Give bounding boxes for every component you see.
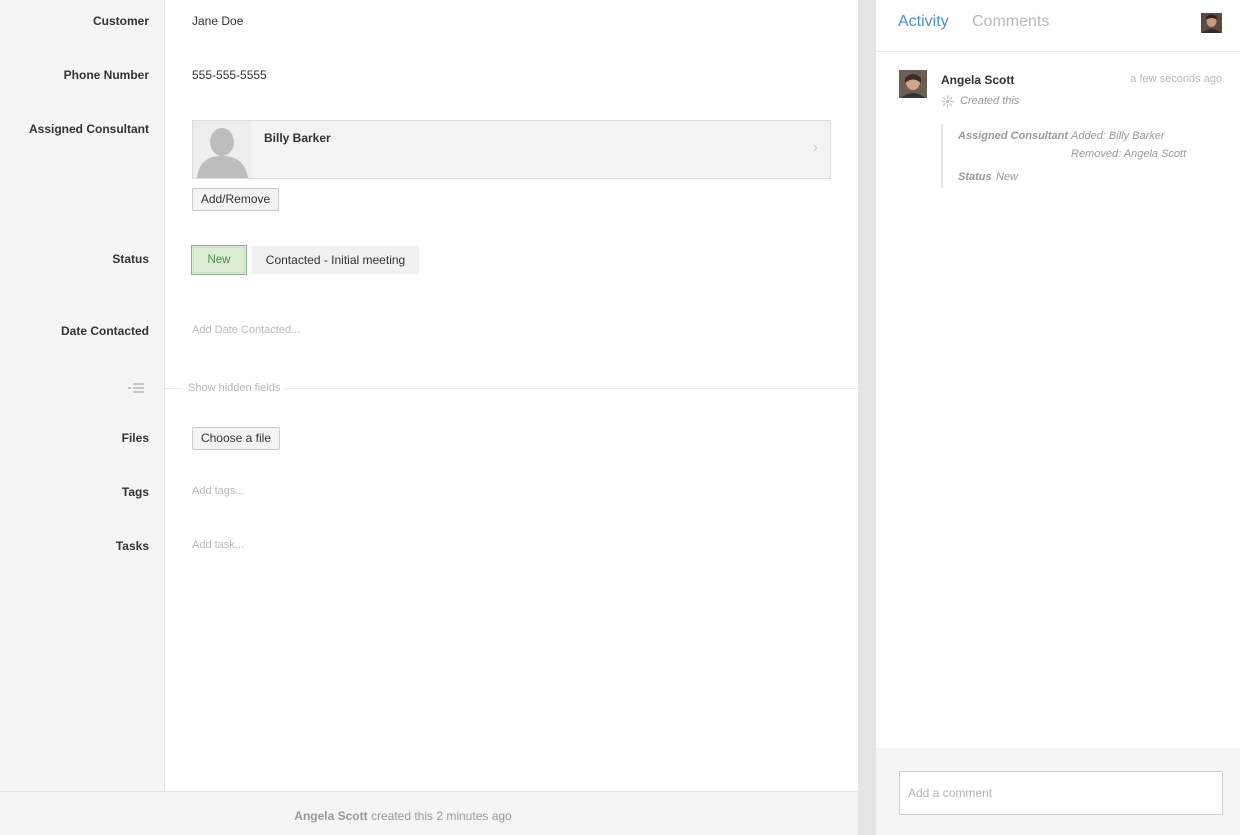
change-status-label: Status xyxy=(958,171,992,183)
tasks-label: Tasks xyxy=(115,539,149,553)
created-by-text: Angela Scott created this 2 minutes ago xyxy=(0,809,806,823)
footer-created-text: created this 2 minutes ago xyxy=(370,809,512,823)
record-footer: Angela Scott created this 2 minutes ago xyxy=(0,791,858,835)
panel-divider[interactable] xyxy=(858,0,876,835)
avatar-placeholder-icon xyxy=(193,121,251,178)
entry-action-text: Created this xyxy=(960,95,1020,107)
change-removed-value: Removed: Angela Scott xyxy=(1071,148,1187,160)
tab-activity[interactable]: Activity xyxy=(898,13,949,31)
tags-placeholder[interactable]: Add tags... xyxy=(192,485,245,497)
consultant-name: Billy Barker xyxy=(264,131,331,145)
current-user-avatar[interactable] xyxy=(1201,13,1222,33)
activity-panel: Activity Comments Angela Scott a few sec… xyxy=(876,0,1240,835)
activity-tabs: Activity Comments xyxy=(876,0,1240,52)
phone-value[interactable]: 555-555-5555 xyxy=(192,68,267,82)
footer-author[interactable]: Angela Scott xyxy=(294,809,367,823)
entry-author-avatar[interactable] xyxy=(899,70,927,98)
status-option-contacted[interactable]: Contacted - Initial meeting xyxy=(252,246,419,274)
phone-label: Phone Number xyxy=(63,68,149,82)
change-consultant-label: Assigned Consultant xyxy=(958,130,1069,142)
add-remove-button[interactable]: Add/Remove xyxy=(192,188,279,211)
consultant-card[interactable]: Billy Barker › xyxy=(192,120,831,179)
status-label: Status xyxy=(112,252,149,266)
comment-area xyxy=(876,748,1240,835)
comment-input[interactable] xyxy=(899,771,1223,815)
chevron-right-icon: › xyxy=(812,139,818,156)
tags-label: Tags xyxy=(121,485,149,499)
entry-author-name[interactable]: Angela Scott xyxy=(941,73,1014,87)
change-list: Assigned Consultant Added: Billy Barker … xyxy=(941,124,1221,188)
files-label: Files xyxy=(121,431,149,445)
change-status-value: New xyxy=(996,171,1019,183)
status-option-new[interactable]: New xyxy=(191,245,247,275)
show-hidden-fields-link[interactable]: Show hidden fields xyxy=(183,382,286,394)
sparkle-icon xyxy=(941,95,954,111)
change-added-value: Added: Billy Barker xyxy=(1071,130,1165,142)
date-contacted-label: Date Contacted xyxy=(60,324,149,338)
consultant-label: Assigned Consultant xyxy=(28,122,149,136)
record-panel: Customer Jane Doe Phone Number 555-555-5… xyxy=(0,0,858,835)
customer-value[interactable]: Jane Doe xyxy=(192,14,243,28)
tab-comments[interactable]: Comments xyxy=(972,13,1049,31)
app-root: Customer Jane Doe Phone Number 555-555-5… xyxy=(0,0,1240,835)
list-indent-icon[interactable] xyxy=(128,383,144,398)
date-contacted-placeholder[interactable]: Add Date Contacted... xyxy=(192,324,300,336)
choose-file-button[interactable]: Choose a file xyxy=(192,427,280,450)
customer-label: Customer xyxy=(92,14,149,28)
tasks-placeholder[interactable]: Add task... xyxy=(192,539,244,551)
entry-timestamp: a few seconds ago xyxy=(1130,73,1222,85)
